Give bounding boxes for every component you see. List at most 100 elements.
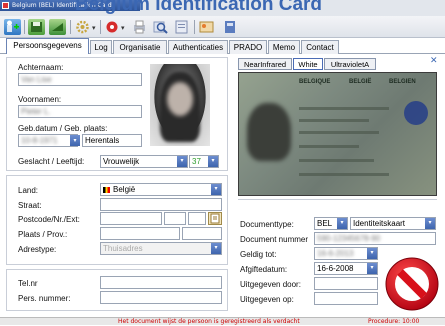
settings-icon[interactable] <box>74 19 91 35</box>
chevron-down-icon[interactable]: ▾ <box>177 156 187 167</box>
provincie-field[interactable] <box>182 227 222 240</box>
close-icon[interactable]: ✕ <box>430 56 438 66</box>
tab-nearinfrared[interactable]: NearInfrared <box>238 58 292 70</box>
ext-field[interactable] <box>188 212 206 225</box>
geb-datum-value: 10-8-1971 <box>21 136 58 145</box>
tab-persoonsgegevens[interactable]: Persoonsgegevens <box>6 38 89 54</box>
photo-face <box>167 82 193 116</box>
voornamen-label: Voornamen: <box>18 95 62 104</box>
card-country-nl: BELGIË <box>349 79 372 85</box>
geb-label: Geb.datum / Geb. plaats: <box>18 124 108 133</box>
achternaam-field[interactable]: Van Lise <box>18 73 142 86</box>
calendar-dropdown-icon[interactable]: ▾ <box>70 135 80 146</box>
id-card-background: BELGIQUE BELGIË BELGIEN <box>239 73 436 195</box>
telnr-field[interactable] <box>100 276 222 289</box>
belgium-flag-icon <box>103 186 110 193</box>
toolbar-separator <box>100 20 101 34</box>
card-text-line <box>299 145 359 148</box>
card-text-line <box>299 107 389 110</box>
toolbar-separator <box>24 20 25 34</box>
banner-title: Belgium Identification Card <box>75 0 323 15</box>
calendar-dropdown-icon[interactable]: ▾ <box>367 263 377 274</box>
tab-memo[interactable]: Memo <box>268 40 300 54</box>
divider <box>238 199 437 200</box>
tab-prado[interactable]: PRADO <box>229 40 267 54</box>
card-country-de: BELGIEN <box>389 79 416 85</box>
doc-type-value: Identiteitskaart <box>353 219 406 228</box>
user-add-icon[interactable] <box>4 19 21 35</box>
geldig-field[interactable]: 16-6-2013 ▾ <box>314 247 378 260</box>
tab-organisatie[interactable]: Organisatie <box>113 40 167 54</box>
tab-white[interactable]: White <box>293 58 323 70</box>
pers-nummer-field[interactable] <box>100 291 222 304</box>
tab-ultravioleta[interactable]: UltravioletA <box>324 58 376 70</box>
tab-log[interactable]: Log <box>90 40 112 54</box>
main-tabs: Persoonsgegevens Log Organisatie Authent… <box>0 38 445 54</box>
photo-icon[interactable] <box>198 19 215 35</box>
chevron-down-icon[interactable]: ▾ <box>211 243 221 254</box>
scan-icon[interactable] <box>173 19 190 35</box>
chevron-down-icon[interactable]: ▾ <box>121 24 125 32</box>
uitgegeven-op-field[interactable] <box>314 292 378 305</box>
tab-authenticaties[interactable]: Authenticaties <box>168 40 228 54</box>
doc-type-select[interactable]: Identiteitskaart ▾ <box>350 217 436 230</box>
leeftijd-select[interactable]: 37 ▾ <box>189 155 219 168</box>
postcode-field[interactable] <box>100 212 162 225</box>
geslacht-select[interactable]: Vrouwelijk ▾ <box>100 155 188 168</box>
save-icon[interactable] <box>28 19 45 35</box>
documenttype-label: Documenttype: <box>240 220 294 229</box>
no-entry-icon <box>383 255 441 313</box>
app-banner: Belgium (BEL) Identification Card Belgiu… <box>0 0 445 16</box>
geldig-label: Geldig tot: <box>240 250 277 259</box>
adrestype-select[interactable]: Thuisadres ▾ <box>100 242 222 255</box>
tab-contact[interactable]: Contact <box>301 40 339 54</box>
achternaam-label: Achternaam: <box>18 63 64 72</box>
plaats-field[interactable] <box>100 227 180 240</box>
pers-nummer-label: Pers. nummer: <box>18 294 71 303</box>
app-icon <box>2 2 9 9</box>
chevron-down-icon[interactable]: ▾ <box>211 184 221 195</box>
uitgegeven-op-label: Uitgegeven op: <box>240 295 294 304</box>
achternaam-value: Van Lise <box>21 75 52 84</box>
doc-country-value: BEL <box>317 219 333 228</box>
import-icon[interactable] <box>49 19 66 35</box>
card-text-line <box>299 159 374 162</box>
address-book-icon[interactable] <box>208 212 222 225</box>
card-text-line <box>299 131 379 134</box>
id-card-image: BELGIQUE BELGIË BELGIEN <box>238 72 437 196</box>
card-text-line <box>299 119 369 122</box>
geb-plaats-field[interactable]: Herentals <box>82 134 142 147</box>
documentnummer-field[interactable]: 590-12345678-90 <box>314 232 436 245</box>
doc-country-select[interactable]: BEL ▾ <box>314 217 348 230</box>
land-select[interactable]: België ▾ <box>100 183 222 196</box>
straat-field[interactable] <box>100 198 222 211</box>
geb-plaats-value: Herentals <box>85 136 120 145</box>
status-bar: Het document wijst de persoon is geregis… <box>0 317 445 325</box>
adrestype-value: Thuisadres <box>103 244 143 253</box>
plaats-label: Plaats / Prov.: <box>18 230 68 239</box>
geslacht-value: Vrouwelijk <box>103 157 140 166</box>
eu-emblem-icon <box>404 101 428 125</box>
chevron-down-icon[interactable]: ▾ <box>337 218 347 229</box>
card-photo <box>247 103 291 161</box>
afgifte-field[interactable]: 16-6-2008 ▾ <box>314 262 378 275</box>
leeftijd-value: 37 <box>192 157 201 166</box>
geslacht-label: Geslacht / Leeftijd: <box>18 157 85 166</box>
afgifte-label: Afgiftedatum: <box>240 265 288 274</box>
card-text-line <box>299 173 389 176</box>
huisnr-field[interactable] <box>164 212 186 225</box>
adrestype-label: Adrestype: <box>18 245 57 254</box>
voornamen-field[interactable]: Pieter L. <box>18 105 142 118</box>
uitgegeven-door-field[interactable] <box>314 277 378 290</box>
geldig-value: 16-6-2013 <box>317 249 354 258</box>
calendar-dropdown-icon[interactable]: ▾ <box>367 248 377 259</box>
chevron-down-icon[interactable]: ▾ <box>208 156 218 167</box>
chevron-down-icon[interactable]: ▾ <box>425 218 435 229</box>
export-icon[interactable] <box>222 19 239 35</box>
chevron-down-icon[interactable]: ▾ <box>92 24 96 32</box>
search-icon[interactable] <box>152 19 169 35</box>
record-icon[interactable] <box>104 19 121 35</box>
geb-datum-field[interactable]: 10-8-1971 <box>18 134 78 147</box>
print-icon[interactable] <box>131 19 148 35</box>
toolbar-separator <box>194 20 195 34</box>
